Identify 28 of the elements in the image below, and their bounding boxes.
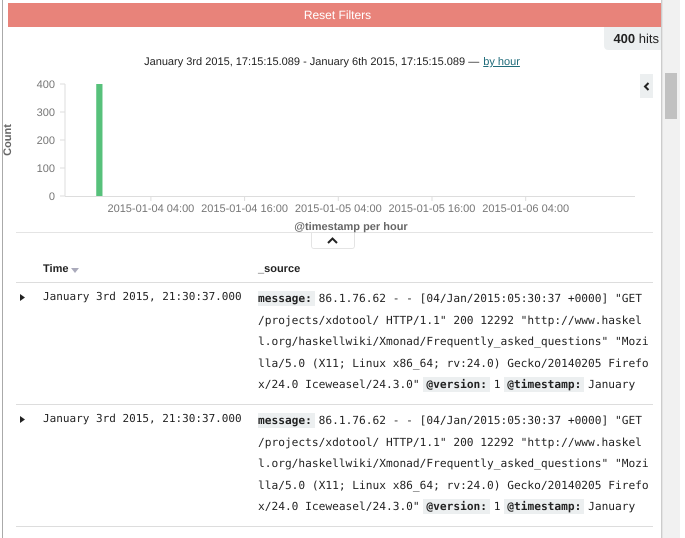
caret-right-icon[interactable] (20, 416, 25, 423)
x-tick-label: 2015-01-04 16:00 (201, 203, 288, 215)
x-tick-label: 2015-01-04 04:00 (107, 203, 194, 215)
y-tick-label: 100 (36, 163, 55, 175)
time-range-text: January 3rd 2015, 17:15:15.089 - January 6th 2015, 17:15:15.089 — (144, 56, 480, 68)
source-cell-text: message: 86.1.76.62 - - [04/Jan/2015:05:30:37 +0000] "GET /projects/xdotool/ HTTP/1.1" 200 12292 "http://www.haskell.org/haskellwiki/Xmonad/Frequently_asked_questions" "Mozilla/5.0 (X11; Linux x86_64; rv:24.0) Gecko/20140205 Firefox/24.0 Iceweasel/24.3.0" @version: 1 @timestamp: January (258, 412, 650, 516)
chevron-left-icon (643, 82, 650, 90)
y-tick-label: 0 (48, 191, 55, 203)
caret-right-icon[interactable] (20, 294, 25, 301)
time-cell-text: January 3rd 2015, 21:30:37.000 (43, 289, 243, 305)
legend-toggle-button[interactable] (640, 74, 653, 98)
y-tick-label: 400 (36, 79, 55, 91)
collapse-chart-button[interactable] (310, 233, 354, 249)
interval-link[interactable]: by hour (483, 56, 520, 68)
column-header[interactable]: Time (43, 263, 258, 275)
chevron-up-icon (327, 237, 338, 244)
y-tick-label: 200 (36, 135, 55, 147)
y-tick-label: 300 (36, 107, 55, 119)
x-tick-label: 2015-01-05 16:00 (388, 203, 476, 215)
x-tick-label: 2015-01-06 04:00 (482, 203, 570, 215)
y-axis-label: Count (3, 124, 14, 156)
source-cell-text: message: 86.1.76.62 - - [04/Jan/2015:05:30:37 +0000] "GET /projects/xdotool/ HTTP/1.1" 200 12292 "http://www.haskell.org/haskellwiki/Xmonad/Frequently_asked_questions" "Mozilla/5.0 (X11; Linux x86_64; rv:24.0) Gecko/20140205 Firefox/24.0 Iceweasel/24.3.0" @version: 1 @timestamp: January (258, 290, 650, 394)
column-header[interactable]: _source (258, 263, 300, 275)
x-tick-label: 2015-01-05 04:00 (294, 203, 382, 215)
x-axis-label: @timestamp per hour (294, 221, 408, 233)
scrollbar-thumb[interactable] (665, 73, 677, 119)
time-cell-text: January 3rd 2015, 21:30:37.000 (43, 411, 243, 427)
hits-count: 400 hits (604, 27, 661, 50)
